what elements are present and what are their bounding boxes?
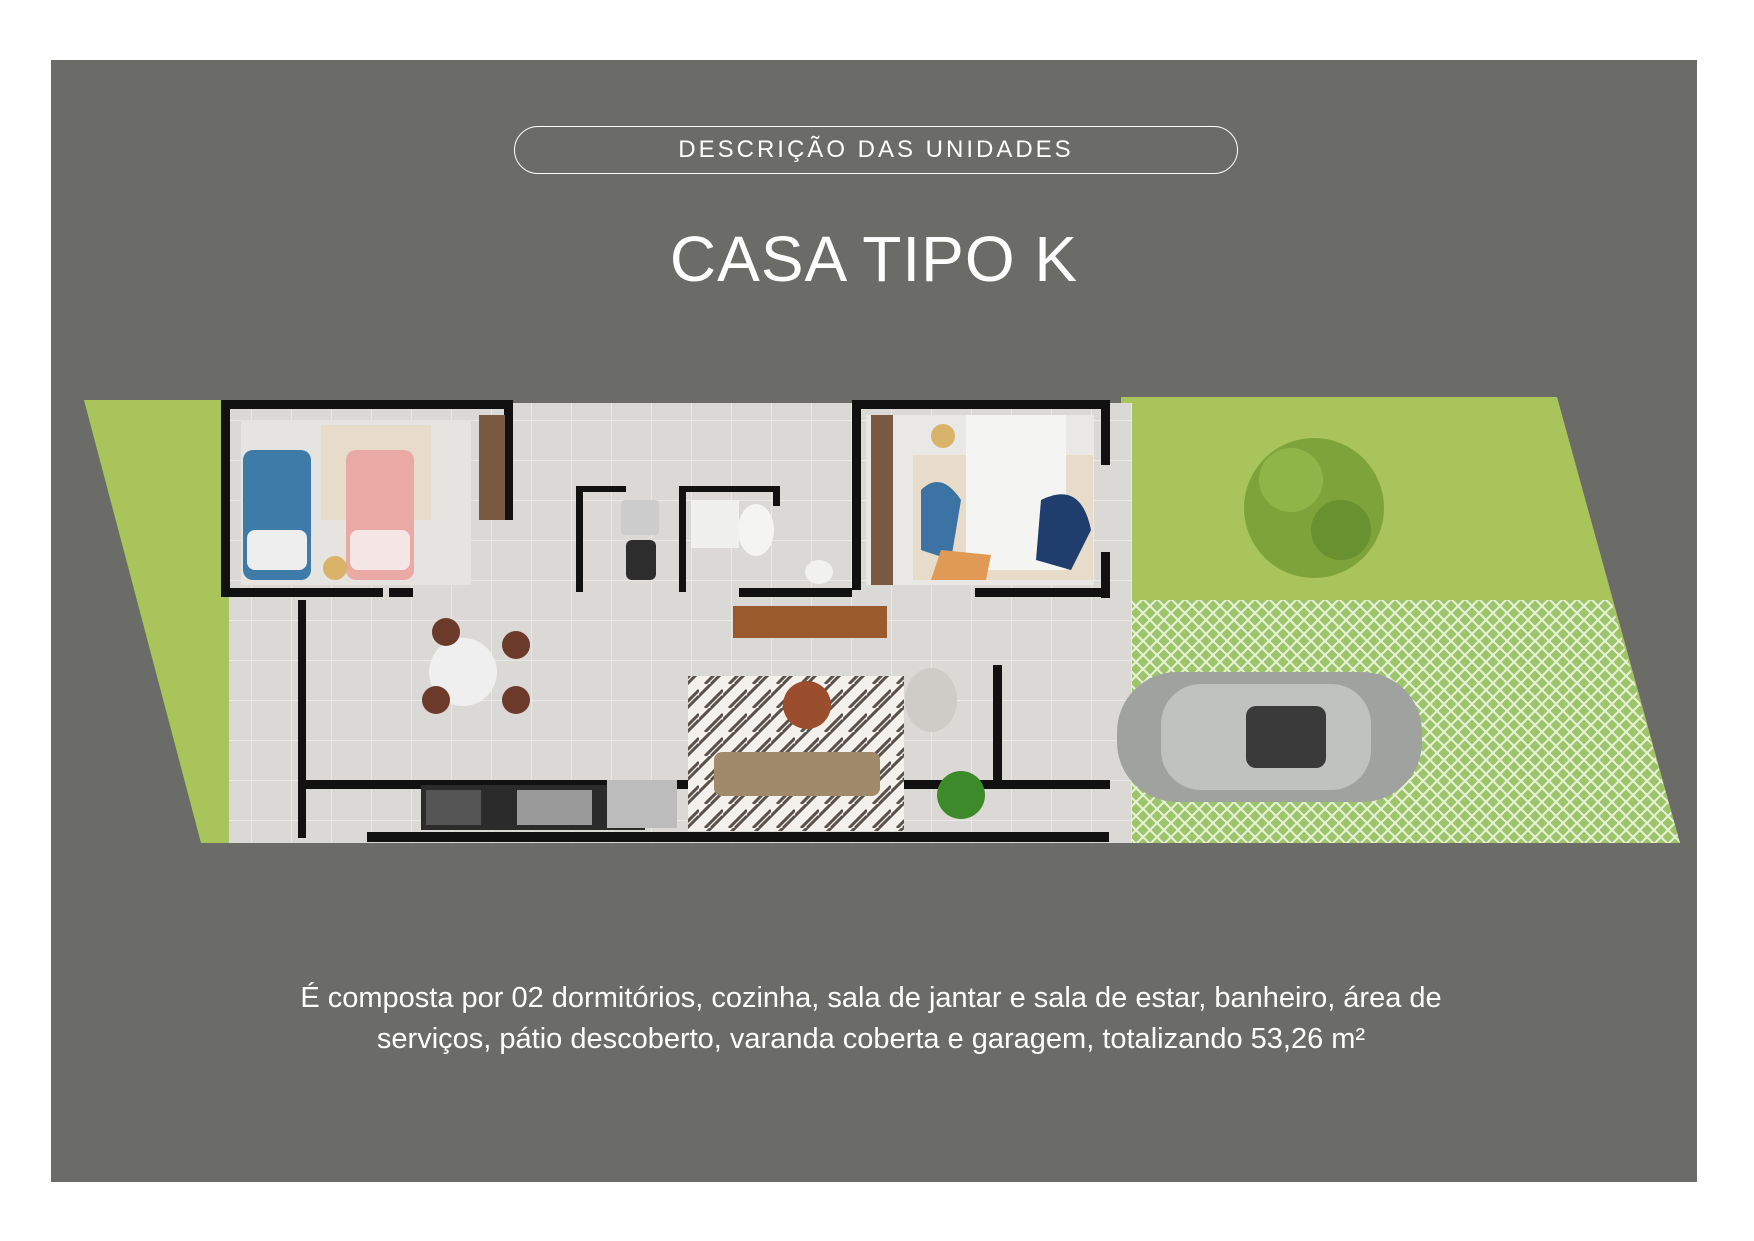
bedroom-1	[241, 415, 505, 585]
content-panel: DESCRIÇÃO DAS UNIDADES CASA TIPO K É com…	[51, 60, 1697, 1182]
left-lawn	[84, 400, 229, 843]
tree	[1244, 438, 1384, 578]
bedroom-2	[866, 415, 1094, 585]
unit-description: É composta por 02 dormitórios, cozinha, …	[300, 982, 1442, 1055]
car	[1117, 672, 1422, 802]
kitchen-counter	[421, 780, 677, 830]
tv-console	[733, 606, 887, 638]
